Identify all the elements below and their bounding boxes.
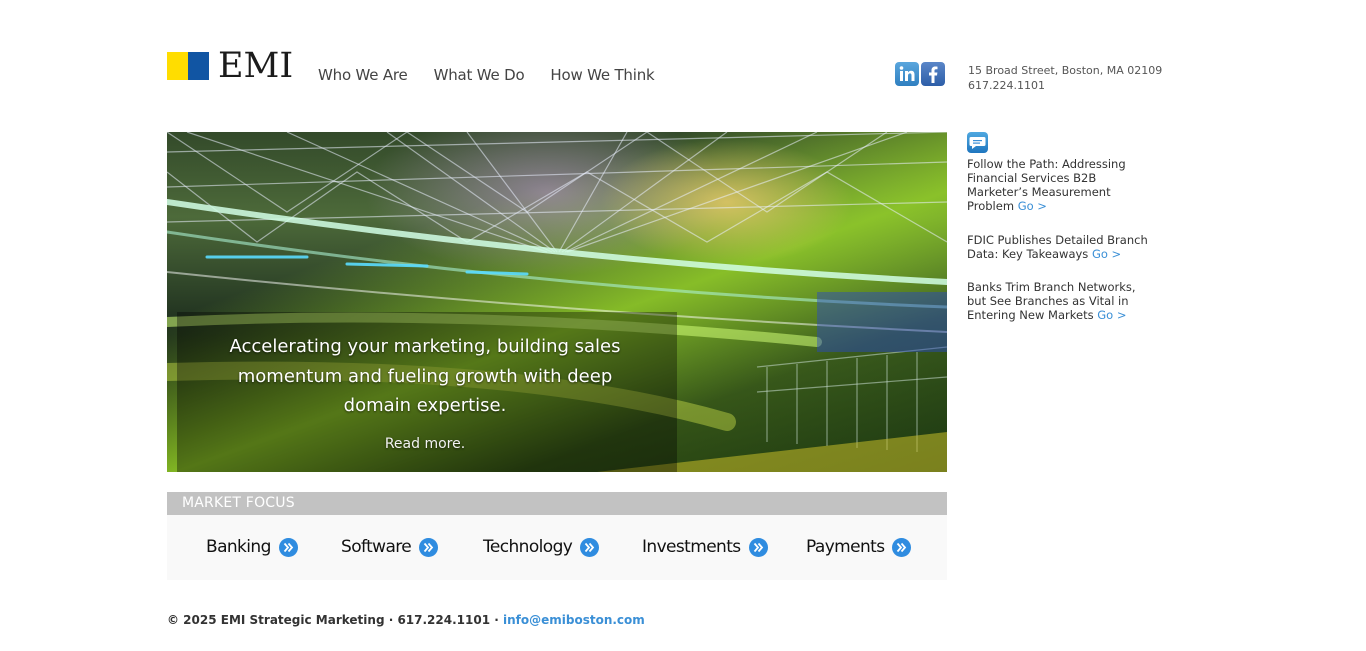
double-chevron-right-icon	[278, 537, 298, 557]
chat-bubble-icon	[967, 132, 988, 153]
linkedin-icon[interactable]	[895, 62, 919, 86]
nav-how-we-think[interactable]: How We Think	[550, 66, 654, 84]
contact-address: 15 Broad Street, Boston, MA 02109 617.22…	[968, 63, 1162, 93]
logo-yellow-square	[167, 52, 188, 80]
market-label: Banking	[206, 537, 271, 557]
hero-banner[interactable]: Accelerating your marketing, building sa…	[167, 132, 947, 472]
market-technology-link[interactable]: Technology	[483, 537, 600, 557]
market-payments-link[interactable]: Payments	[806, 537, 912, 557]
footer-email-link[interactable]: info@emiboston.com	[503, 613, 645, 627]
market-label: Software	[341, 537, 412, 557]
address-street: 15 Broad Street, Boston, MA 02109	[968, 64, 1163, 77]
double-chevron-right-icon	[419, 537, 439, 557]
market-focus-row: Banking Software Technology Investments …	[167, 515, 947, 580]
nav-who-we-are[interactable]: Who We Are	[318, 66, 408, 84]
market-focus-title: MARKET FOCUS	[182, 495, 295, 511]
double-chevron-right-icon	[892, 537, 912, 557]
nav-what-we-do[interactable]: What We Do	[434, 66, 525, 84]
market-focus-header: MARKET FOCUS	[167, 492, 947, 515]
footer: © 2025 EMI Strategic Marketing · 617.224…	[167, 613, 645, 627]
footer-copyright: © 2025 EMI Strategic Marketing · 617.224…	[167, 613, 503, 627]
address-phone: 617.224.1101	[968, 79, 1045, 92]
hero-read-more-link[interactable]: Read more.	[202, 436, 648, 452]
emi-logo[interactable]: EMI	[167, 46, 293, 86]
logo-wordmark: EMI	[218, 46, 294, 86]
news-item: FDIC Publishes Detailed Branch Data: Key…	[967, 233, 1152, 261]
market-label: Payments	[806, 537, 885, 557]
main-nav: Who We Are What We Do How We Think	[318, 66, 655, 84]
news-go-link[interactable]: Go >	[1092, 247, 1121, 261]
news-go-link[interactable]: Go >	[1018, 199, 1047, 213]
news-item: Follow the Path: Addressing Financial Se…	[967, 157, 1152, 213]
market-banking-link[interactable]: Banking	[206, 537, 298, 557]
facebook-icon[interactable]	[921, 62, 945, 86]
hero-station-image	[167, 132, 947, 472]
market-label: Investments	[642, 537, 741, 557]
double-chevron-right-icon	[748, 537, 768, 557]
market-software-link[interactable]: Software	[341, 537, 439, 557]
logo-blue-square	[188, 52, 209, 80]
market-label: Technology	[483, 537, 573, 557]
news-go-link[interactable]: Go >	[1097, 308, 1126, 322]
hero-headline: Accelerating your marketing, building sa…	[229, 336, 621, 416]
double-chevron-right-icon	[580, 537, 600, 557]
market-investments-link[interactable]: Investments	[642, 537, 768, 557]
news-item: Banks Trim Branch Networks, but See Bran…	[967, 280, 1152, 322]
